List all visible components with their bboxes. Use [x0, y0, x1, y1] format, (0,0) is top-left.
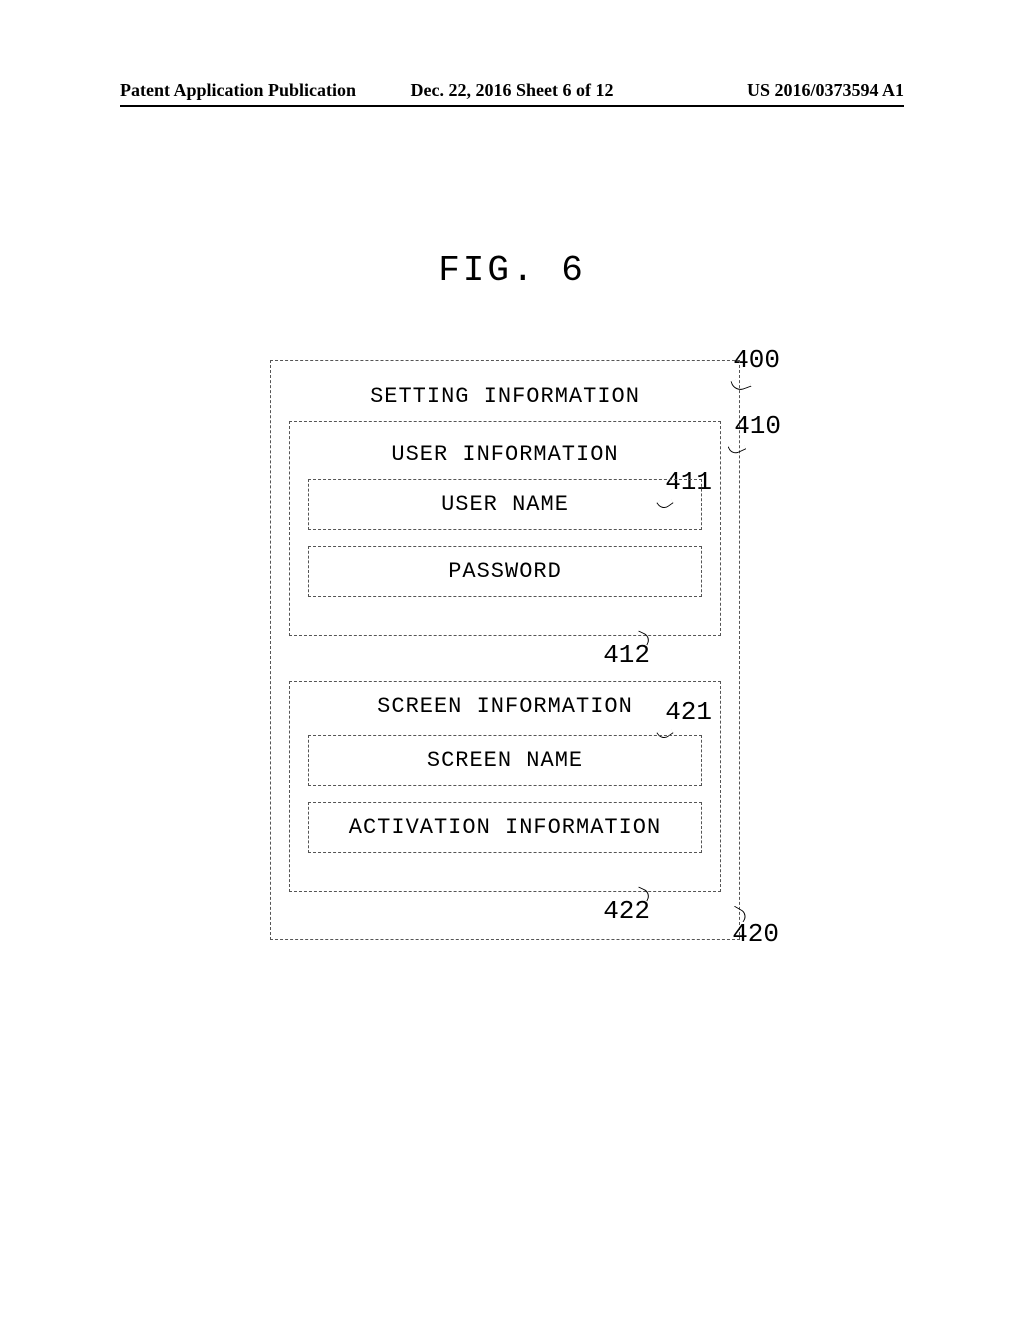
header-divider — [120, 105, 904, 107]
header-publication-number: US 2016/0373594 A1 — [613, 80, 904, 101]
screen-information-box: SCREEN INFORMATION 421 SCREEN NAME ACTIV… — [289, 681, 721, 892]
user-name-box: USER NAME — [308, 479, 702, 530]
setting-information-box: SETTING INFORMATION 410 USER INFORMATION… — [270, 360, 740, 940]
screen-name-box: SCREEN NAME — [308, 735, 702, 786]
user-information-title: USER INFORMATION — [308, 442, 702, 467]
page-header: Patent Application Publication Dec. 22, … — [0, 80, 1024, 101]
reference-numeral-420: 420 — [732, 919, 779, 949]
reference-numeral-400: 400 — [733, 345, 780, 375]
screen-information-title: SCREEN INFORMATION — [308, 694, 702, 719]
password-box: PASSWORD — [308, 546, 702, 597]
diagram-area: 400 SETTING INFORMATION 410 USER INFORMA… — [270, 360, 740, 940]
reference-numeral-421: 421 — [665, 697, 712, 727]
setting-information-title: SETTING INFORMATION — [289, 384, 721, 409]
figure-label: FIG. 6 — [0, 250, 1024, 291]
header-date-sheet: Dec. 22, 2016 Sheet 6 of 12 — [411, 80, 614, 101]
header-publication-type: Patent Application Publication — [120, 80, 411, 101]
reference-numeral-422: 422 — [603, 896, 650, 926]
reference-numeral-412: 412 — [603, 640, 650, 670]
reference-numeral-410: 410 — [734, 411, 781, 441]
leader-tick-410 — [728, 440, 747, 456]
user-information-box: USER INFORMATION 411 USER NAME PASSWORD … — [289, 421, 721, 636]
activation-information-box: ACTIVATION INFORMATION — [308, 802, 702, 853]
